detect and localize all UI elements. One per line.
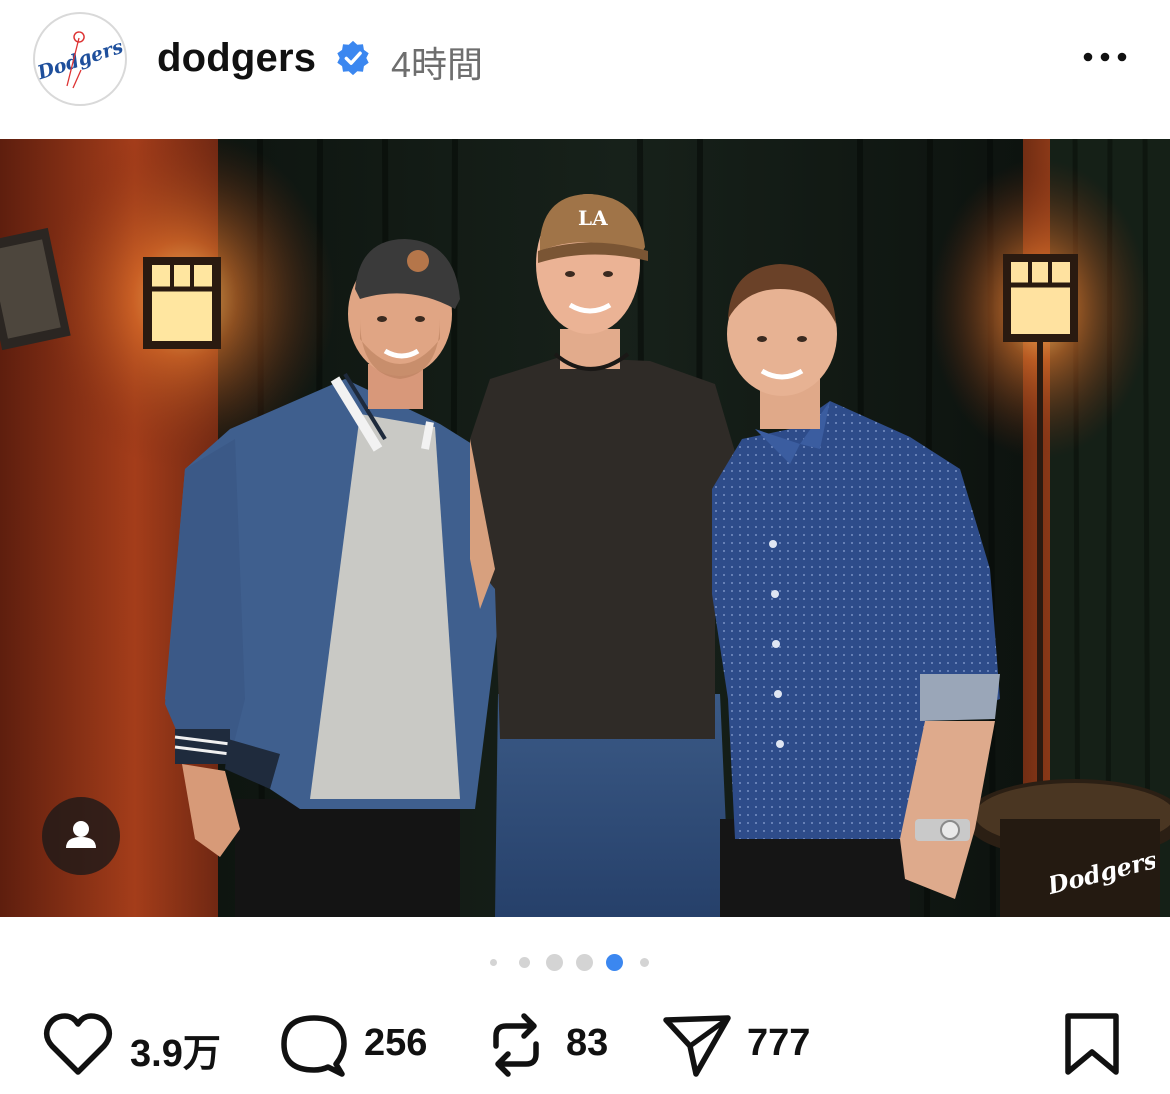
post-actions-bar: 3.9万 256 83 777 — [0, 1000, 1170, 1094]
svg-text:LA: LA — [578, 206, 608, 230]
carousel-dot — [640, 958, 649, 967]
share-send-icon[interactable] — [662, 1012, 732, 1078]
bookmark-icon[interactable] — [1062, 1012, 1122, 1078]
likes-count[interactable]: 3.9万 — [130, 1022, 221, 1077]
post-header: Dodgers dodgers 4時間 — [0, 0, 1170, 138]
verified-badge-icon — [337, 40, 369, 76]
more-horizontal-icon[interactable] — [1080, 42, 1130, 72]
carousel-dot — [546, 954, 563, 971]
carousel-dot — [519, 957, 530, 968]
dodgers-logo-icon: Dodgers — [35, 19, 125, 99]
dodgers-avatar[interactable]: Dodgers — [33, 12, 127, 106]
carousel-dot-active — [606, 954, 623, 971]
comments-count[interactable]: 256 — [364, 1022, 427, 1065]
person-tag-icon — [66, 821, 96, 848]
shares-count[interactable]: 777 — [747, 1022, 810, 1065]
username[interactable]: dodgers — [157, 36, 316, 81]
repost-icon[interactable] — [486, 1010, 546, 1080]
reposts-count[interactable]: 83 — [566, 1022, 608, 1065]
carousel-indicator — [480, 950, 660, 976]
comment-icon[interactable] — [278, 1012, 348, 1080]
tagged-people-button[interactable] — [42, 797, 120, 875]
heart-icon[interactable] — [42, 1012, 114, 1078]
photo-image: LA — [0, 139, 1170, 917]
dodgers-watermark-logo: Dodgers — [1050, 845, 1155, 901]
carousel-dot — [490, 959, 497, 966]
post-photo[interactable]: LA Dodgers — [0, 139, 1170, 917]
carousel-dot — [576, 954, 593, 971]
svg-text:Dodgers: Dodgers — [1050, 845, 1155, 901]
post-time: 4時間 — [391, 44, 484, 85]
